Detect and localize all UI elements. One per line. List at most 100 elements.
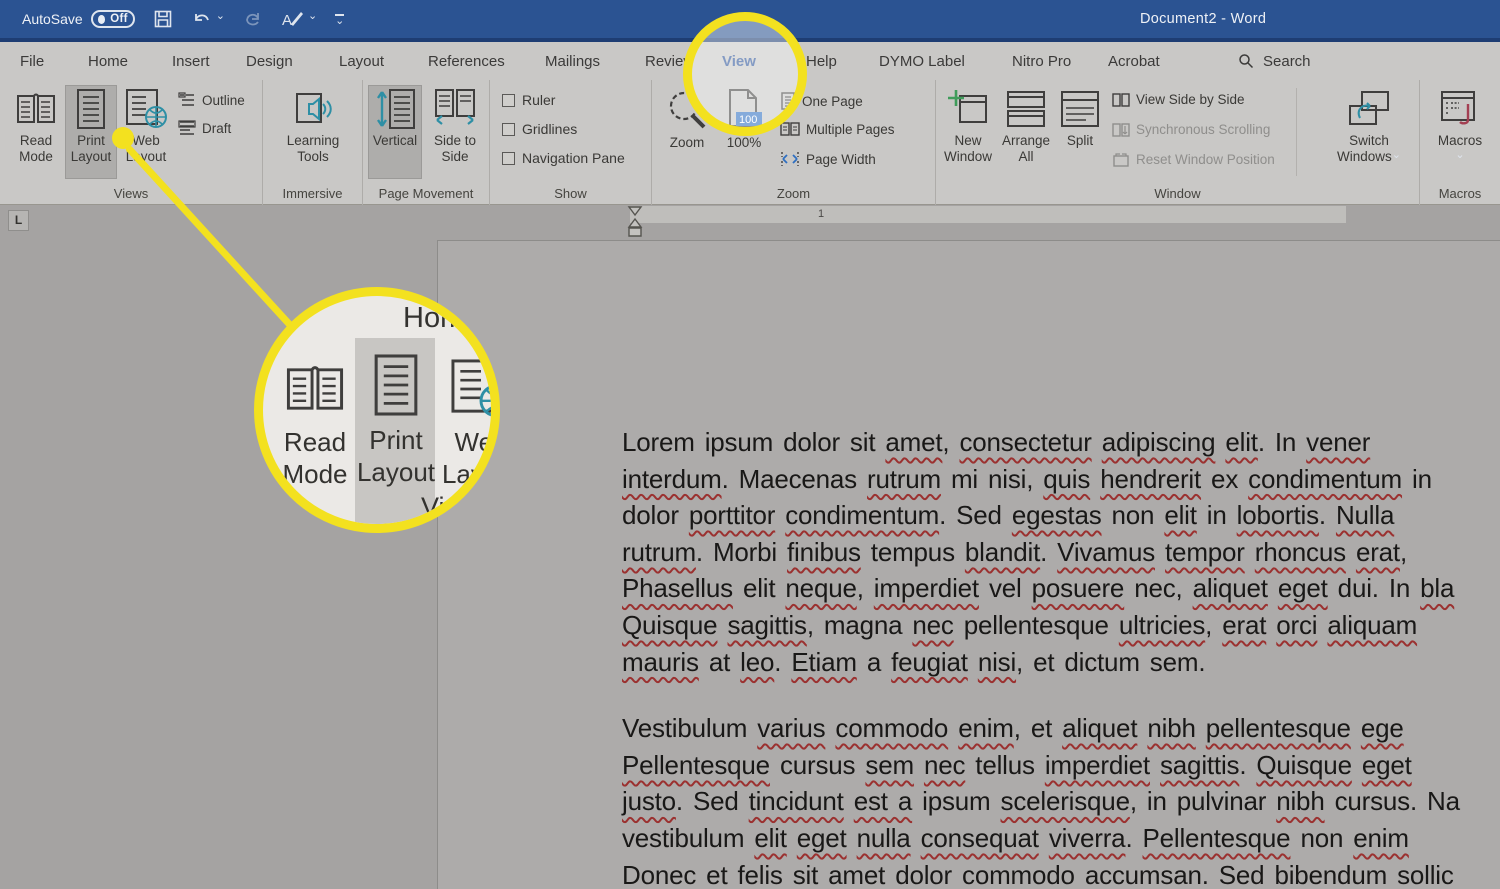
- paragraph[interactable]: Vestibulum varius commodo enim, et aliqu…: [622, 713, 1500, 889]
- page-width-button[interactable]: Page Width: [780, 150, 876, 168]
- tab-references[interactable]: References: [428, 42, 505, 80]
- text-line[interactable]: Donec et felis sit amet dolor commodo ac…: [622, 860, 1500, 889]
- autosave-state: Off: [110, 13, 128, 25]
- redo-button[interactable]: [243, 9, 263, 29]
- text-line[interactable]: mauris at leo. Etiam a feugiat nisi, et …: [622, 647, 1500, 684]
- text-line[interactable]: Vestibulum varius commodo enim, et aliqu…: [622, 713, 1500, 750]
- paragraph[interactable]: Lorem ipsum dolor sit amet, consectetur …: [622, 427, 1500, 683]
- gridlines-checkbox[interactable]: Gridlines: [502, 121, 577, 137]
- split-button[interactable]: Split: [1058, 88, 1102, 149]
- text-segment: vestibulum: [622, 823, 754, 853]
- tab-review[interactable]: Review: [645, 42, 694, 80]
- document-page[interactable]: Lorem ipsum dolor sit amet, consectetur …: [437, 240, 1500, 889]
- switch-windows-label: Switch Windows: [1330, 133, 1408, 165]
- macros-button[interactable]: Macros: [1434, 88, 1486, 165]
- text-segment: [1245, 537, 1255, 567]
- misspelled-word: commodo: [835, 713, 948, 743]
- arrange-all-button[interactable]: Arrange All: [998, 88, 1054, 165]
- misspelled-word: nibh: [1147, 713, 1195, 743]
- zoom-100-button[interactable]: 100 100%: [718, 88, 770, 151]
- ink-editor-button[interactable]: A: [281, 9, 317, 29]
- text-line[interactable]: Pellentesque cursus sem nec tellus imper…: [622, 750, 1500, 787]
- misspelled-word: justo: [622, 786, 676, 816]
- show-group-label: Show: [490, 186, 651, 201]
- tab-mailings[interactable]: Mailings: [545, 42, 600, 80]
- window-group-divider: [1296, 88, 1297, 176]
- arrange-all-label: Arrange All: [998, 133, 1054, 165]
- callout-views-label: View: [421, 492, 479, 523]
- new-window-icon: [946, 88, 990, 130]
- misspelled-word: Vivamus: [1057, 537, 1155, 567]
- text-segment: cursus: [770, 750, 865, 780]
- save-button[interactable]: [153, 9, 173, 29]
- callout-print-layout-button: Print Layout: [361, 352, 431, 488]
- indent-markers-icon[interactable]: [626, 205, 644, 239]
- text-line[interactable]: interdum. Maecenas rutrum mi nisi, quis …: [622, 464, 1500, 501]
- quick-access-toolbar: AutoSave Off A ⌄: [22, 0, 344, 38]
- document-text[interactable]: Lorem ipsum dolor sit amet, consectetur …: [622, 427, 1500, 889]
- vertical-button[interactable]: Vertical: [369, 86, 421, 178]
- navigation-pane-checkbox[interactable]: Navigation Pane: [502, 150, 625, 166]
- one-page-button[interactable]: One Page: [780, 92, 863, 110]
- text-segment: Lorem ipsum dolor sit: [622, 427, 885, 457]
- zoom-button[interactable]: Zoom: [660, 88, 714, 151]
- learning-tools-button[interactable]: Learning Tools: [281, 88, 345, 165]
- misspelled-word: est a: [854, 786, 912, 816]
- ruler-checkbox[interactable]: Ruler: [502, 92, 555, 108]
- misspelled-word: hendrerit: [1100, 464, 1201, 494]
- zoom-group-label: Zoom: [652, 186, 935, 201]
- reset-window-position-button[interactable]: Reset Window Position: [1112, 152, 1275, 167]
- switch-windows-button[interactable]: Switch Windows: [1330, 88, 1408, 165]
- outline-button[interactable]: Outline: [178, 92, 245, 108]
- autosave-toggle[interactable]: AutoSave Off: [22, 10, 135, 28]
- tab-design[interactable]: Design: [246, 42, 293, 80]
- misspelled-word: bla: [1420, 573, 1454, 603]
- draft-button[interactable]: Draft: [178, 120, 231, 136]
- tab-file[interactable]: File: [20, 42, 44, 80]
- undo-button[interactable]: [191, 9, 225, 29]
- text-segment: Donec et felis sit amet dolor commodo ac…: [622, 860, 1454, 889]
- synchronous-scrolling-button[interactable]: Synchronous Scrolling: [1112, 122, 1270, 137]
- text-segment: . Sed: [939, 500, 1012, 530]
- autosave-switch-icon: Off: [91, 10, 135, 28]
- tab-help[interactable]: Help: [806, 42, 837, 80]
- tab-nitro-pro[interactable]: Nitro Pro: [1012, 42, 1071, 80]
- misspelled-word: enim: [958, 713, 1014, 743]
- tab-view-active[interactable]: View: [722, 42, 756, 80]
- side-to-side-button[interactable]: Side to Side: [427, 88, 483, 165]
- multiple-pages-button[interactable]: Multiple Pages: [780, 121, 895, 137]
- tab-stop-selector[interactable]: L: [8, 210, 29, 231]
- print-layout-button[interactable]: Print Layout: [66, 86, 116, 178]
- page-width-label: Page Width: [806, 152, 876, 167]
- text-segment: .: [1239, 750, 1256, 780]
- text-line[interactable]: vestibulum elit eget nulla consequat viv…: [622, 823, 1500, 860]
- tab-insert[interactable]: Insert: [172, 42, 210, 80]
- text-line[interactable]: justo. Sed tincidunt est a ipsum sceleri…: [622, 786, 1500, 823]
- text-line[interactable]: dolor porttitor condimentum. Sed egestas…: [622, 500, 1500, 537]
- new-window-button[interactable]: New Window: [942, 88, 994, 165]
- text-line[interactable]: Quisque sagittis, magna nec pellentesque…: [622, 610, 1500, 647]
- tab-acrobat[interactable]: Acrobat: [1108, 42, 1160, 80]
- reset-window-position-label: Reset Window Position: [1136, 152, 1275, 167]
- text-line[interactable]: Lorem ipsum dolor sit amet, consectetur …: [622, 427, 1500, 464]
- zoom-100-icon: 100: [722, 88, 766, 132]
- pen-a-icon: A: [281, 9, 305, 29]
- text-line[interactable]: Phasellus elit neque, imperdiet vel posu…: [622, 573, 1500, 610]
- new-window-label: New Window: [942, 133, 994, 165]
- arrange-all-icon: [1004, 88, 1048, 130]
- misspelled-word: condimentum: [785, 500, 939, 530]
- misspelled-word: leo: [740, 647, 774, 677]
- horizontal-ruler[interactable]: 1: [630, 206, 1346, 223]
- text-segment: [1317, 610, 1327, 640]
- tab-layout[interactable]: Layout: [339, 42, 384, 80]
- text-segment: . Morbi: [696, 537, 787, 567]
- customize-qat-button[interactable]: ⌄: [335, 14, 344, 24]
- text-line[interactable]: rutrum. Morbi finibus tempus blandit. Vi…: [622, 537, 1500, 574]
- tab-search[interactable]: Search: [1238, 42, 1311, 80]
- read-mode-button[interactable]: Read Mode: [12, 88, 60, 165]
- tab-home[interactable]: Home: [88, 42, 128, 80]
- tab-dymo-label[interactable]: DYMO Label: [879, 42, 965, 80]
- one-page-icon: [780, 92, 796, 110]
- text-segment: [948, 713, 958, 743]
- view-side-by-side-button[interactable]: View Side by Side: [1112, 92, 1245, 107]
